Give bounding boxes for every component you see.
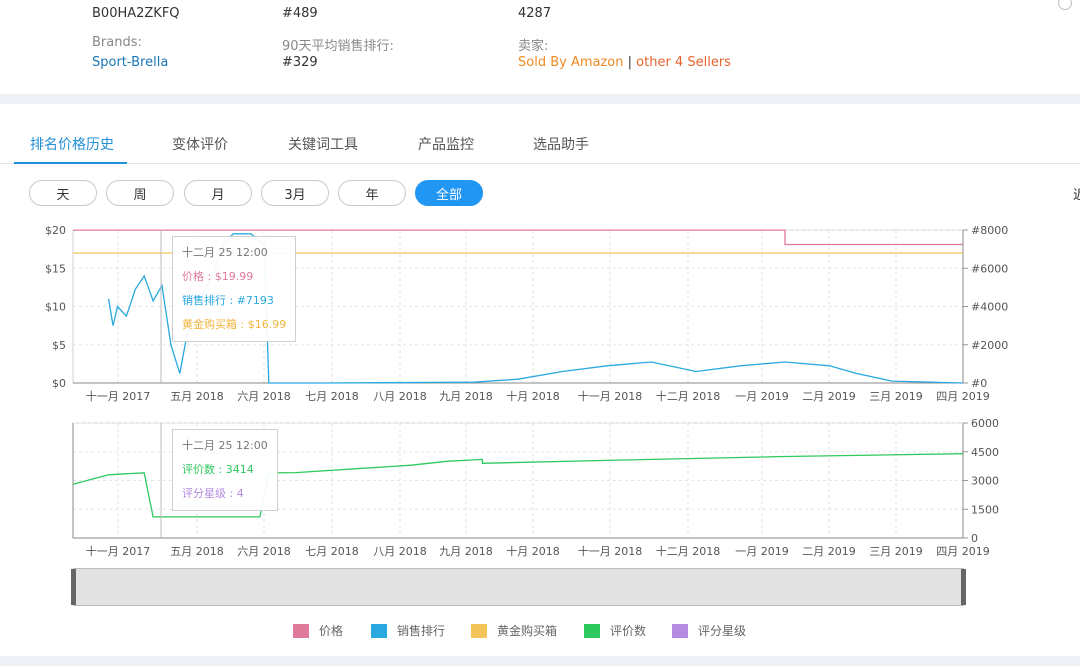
y-left-tick-label: $0 (52, 377, 66, 390)
x-tick-label: 五月 2018 (170, 390, 224, 403)
x-tick-label: 六月 2018 (237, 545, 291, 558)
y-right-tick-label: 6000 (971, 417, 999, 430)
range-navigator[interactable] (71, 568, 966, 606)
x-tick-label: 五月 2018 (170, 545, 224, 558)
tab-variant-reviews[interactable]: 变体评价 (172, 134, 228, 154)
seller-separator: | (627, 55, 633, 70)
x-tick-label: 九月 2018 (439, 545, 493, 558)
x-tick-label: 十一月 2018 (578, 389, 643, 403)
x-tick-label: 一月 2019 (735, 545, 789, 558)
recent-link-glyph[interactable]: 近 (1073, 184, 1080, 203)
x-tick-label: 十月 2018 (506, 389, 560, 403)
chart2-tooltip: 十二月 25 12:00 评价数 : 3414 评分星级 : 4 (172, 429, 278, 511)
tab-product-monitor[interactable]: 产品监控 (418, 134, 474, 154)
range-all-button[interactable]: 全部 (415, 180, 483, 206)
tab-bar: 排名价格历史 变体评价 关键词工具 产品监控 选品助手 (0, 118, 1080, 164)
tooltip-buybox: 黄金购买箱 : $16.99 (182, 318, 287, 331)
product-info-panel: B00HA2ZKFQ #489 4287 Brands: Sport-Brell… (0, 0, 1080, 94)
y-right-tick-label: #8000 (971, 224, 1008, 237)
x-tick-label: 十二月 2018 (656, 544, 721, 558)
avg-rank-value: #329 (282, 55, 318, 70)
seller-line: Sold By Amazon | other 4 Sellers (518, 55, 731, 70)
active-tab-indicator (14, 162, 127, 164)
range-month-button[interactable]: 月 (184, 180, 252, 206)
tooltip-reviews: 评价数 : 3414 (182, 463, 254, 476)
seller-label: 卖家: (518, 39, 549, 54)
tooltip-price: 价格 : $19.99 (182, 270, 254, 283)
y-right-tick-label: 4500 (971, 446, 999, 459)
x-tick-label: 七月 2018 (305, 390, 359, 403)
x-tick-label: 二月 2019 (802, 545, 856, 558)
y-right-tick-label: #0 (971, 377, 987, 390)
x-tick-label: 十一月 2017 (86, 544, 151, 558)
tooltip-time: 十二月 25 12:00 (182, 246, 268, 259)
y-left-tick-label: $15 (45, 262, 66, 275)
legend-label: 销售排行 (397, 624, 446, 638)
x-tick-label: 三月 2019 (869, 545, 923, 558)
tab-product-selection[interactable]: 选品助手 (533, 134, 589, 154)
asin-value: B00HA2ZKFQ (92, 6, 180, 21)
tooltip2-time: 十二月 25 12:00 (182, 439, 268, 452)
legend-item-rating[interactable]: 评分星级 (672, 622, 746, 639)
reviews-count-value: 4287 (518, 6, 552, 21)
y-right-tick-label: 3000 (971, 475, 999, 488)
x-tick-label: 十二月 2018 (656, 389, 721, 403)
x-tick-label: 四月 2019 (936, 390, 990, 403)
sold-by-link[interactable]: Sold By Amazon (518, 55, 624, 70)
legend-item-rank[interactable]: 销售排行 (371, 622, 445, 639)
x-tick-label: 四月 2019 (936, 545, 990, 558)
legend-swatch (584, 623, 600, 638)
x-tick-label: 一月 2019 (735, 390, 789, 403)
x-tick-label: 十一月 2017 (86, 389, 151, 403)
y-right-tick-label: #2000 (971, 339, 1008, 352)
y-right-tick-label: #6000 (971, 262, 1008, 275)
legend-swatch (471, 623, 487, 638)
brand-label: Brands: (92, 35, 142, 50)
tab-rank-price-history[interactable]: 排名价格历史 (30, 134, 114, 154)
bottom-band (0, 656, 1080, 666)
page: B00HA2ZKFQ #489 4287 Brands: Sport-Brell… (0, 0, 1080, 666)
y-right-tick-label: #4000 (971, 301, 1008, 314)
x-tick-label: 十一月 2018 (578, 544, 643, 558)
tooltip-rating: 评分星级 : 4 (182, 487, 244, 500)
legend-label: 价格 (319, 624, 344, 638)
y-left-tick-label: $5 (52, 339, 66, 352)
legend-item-price[interactable]: 价格 (293, 622, 343, 639)
y-right-tick-label: 0 (971, 532, 978, 545)
avg-rank-label: 90天平均销售排行: (282, 39, 394, 54)
navigator-right-handle[interactable] (961, 569, 966, 605)
x-tick-label: 八月 2018 (373, 390, 427, 403)
info-icon[interactable] (1058, 0, 1072, 10)
y-left-tick-label: $10 (45, 301, 66, 314)
legend-item-buybox[interactable]: 黄金购买箱 (471, 622, 557, 639)
legend-label: 黄金购买箱 (497, 624, 558, 638)
legend-swatch (672, 623, 688, 638)
rank-current-value: #489 (282, 6, 318, 21)
x-tick-label: 九月 2018 (439, 390, 493, 403)
navigator-left-handle[interactable] (71, 569, 76, 605)
x-tick-label: 八月 2018 (373, 545, 427, 558)
x-tick-label: 三月 2019 (869, 390, 923, 403)
x-tick-label: 七月 2018 (305, 545, 359, 558)
tooltip-rank: 销售排行 : #7193 (182, 294, 274, 307)
range-day-button[interactable]: 天 (29, 180, 97, 206)
x-tick-label: 六月 2018 (237, 390, 291, 403)
chart1-tooltip: 十二月 25 12:00 价格 : $19.99 销售排行 : #7193 黄金… (172, 236, 297, 342)
other-sellers-link[interactable]: other 4 Sellers (636, 55, 731, 70)
brand-link[interactable]: Sport-Brella (92, 55, 168, 70)
legend-label: 评分星级 (698, 624, 747, 638)
legend-item-reviews[interactable]: 评价数 (584, 622, 646, 639)
legend-swatch (371, 623, 387, 638)
range-3month-button[interactable]: 3月 (261, 180, 329, 206)
legend-swatch (293, 623, 309, 638)
section-divider (0, 94, 1080, 104)
x-tick-label: 二月 2019 (802, 390, 856, 403)
y-right-tick-label: 1500 (971, 503, 999, 516)
range-week-button[interactable]: 周 (106, 180, 174, 206)
x-tick-label: 十月 2018 (506, 544, 560, 558)
legend-label: 评价数 (610, 624, 647, 638)
range-year-button[interactable]: 年 (338, 180, 406, 206)
tab-keyword-tool[interactable]: 关键词工具 (288, 134, 358, 154)
y-left-tick-label: $20 (45, 224, 66, 237)
